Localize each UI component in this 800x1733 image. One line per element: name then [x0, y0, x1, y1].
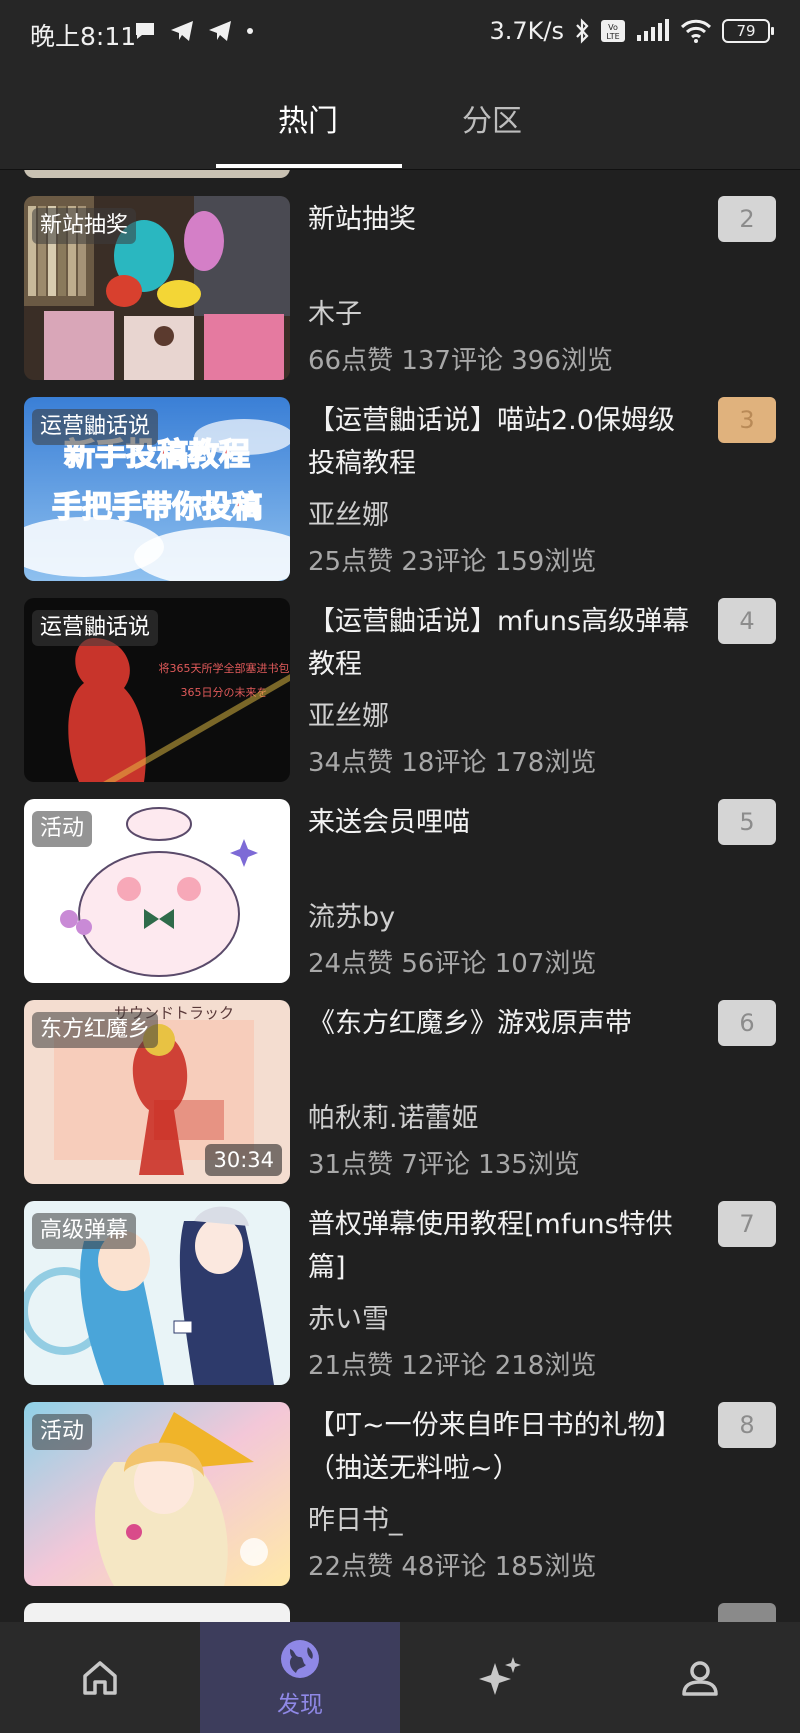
list-item[interactable]: 活动 【叮~一份来自昨日书的礼物】（抽送无料啦~） 昨日书_ 22点赞 48评论… — [24, 1402, 776, 1588]
rank-badge: 2 — [718, 196, 776, 242]
video-title[interactable]: 【叮~一份来自昨日书的礼物】（抽送无料啦~） — [308, 1404, 698, 1490]
video-author[interactable]: 木子 — [308, 292, 362, 331]
rank-badge: 4 — [718, 598, 776, 644]
list-item-partial-bottom[interactable] — [24, 1603, 776, 1622]
bluetooth-icon — [576, 18, 589, 44]
thumbnail-tag: 运营鼬话说 — [32, 610, 159, 646]
video-author[interactable]: 帕秋莉.诺蕾姬 — [308, 1096, 479, 1135]
video-author[interactable]: 流苏by — [308, 895, 395, 934]
thumbnail-tag: 高级弹幕 — [32, 1213, 137, 1249]
video-thumbnail[interactable]: 高级弹幕 — [24, 1201, 290, 1385]
list-item[interactable]: サウンドトラック 东方红魔乡 30:34 《东方红魔乡》游戏原声带 帕秋莉.诺蕾… — [24, 1000, 776, 1186]
status-time: 晚上8:11 — [30, 22, 137, 51]
nav-sparkle[interactable] — [400, 1622, 600, 1733]
status-bar: 晚上8:11 3.7K/s Vo LTE 79 — [0, 0, 800, 68]
telegram-icon-2 — [209, 21, 231, 41]
rank-badge: 6 — [718, 1000, 776, 1046]
network-speed: 3.7K/s — [489, 17, 565, 45]
battery-indicator: 79 — [722, 19, 774, 43]
list-item[interactable]: 新手投稿教程 手把手带你投稿 运营鼬话说 【运营鼬话说】喵站2.0保姆级投稿教程… — [24, 397, 776, 583]
tab-hot[interactable]: 热门 — [208, 68, 408, 168]
rank-badge: 3 — [718, 397, 776, 443]
video-title[interactable]: 《东方红魔乡》游戏原声带 — [308, 1002, 698, 1045]
video-thumbnail[interactable]: サウンドトラック 东方红魔乡 30:34 — [24, 1000, 290, 1184]
status-right: 3.7K/s Vo LTE 79 — [489, 17, 774, 45]
sparkle-icon — [479, 1656, 521, 1695]
nav-discover[interactable]: 发现 — [200, 1622, 400, 1733]
video-title[interactable]: 【运营鼬话说】mfuns高级弹幕教程 — [308, 600, 698, 686]
video-thumbnail — [24, 170, 290, 178]
video-feed[interactable]: 新站抽奖 新站抽奖 木子 66点赞 137评论 396浏览 2 新手投稿教程 手… — [0, 170, 800, 1622]
list-item[interactable]: 新站抽奖 新站抽奖 木子 66点赞 137评论 396浏览 2 — [24, 196, 776, 382]
video-thumbnail[interactable]: 新手投稿教程 手把手带你投稿 运营鼬话说 — [24, 397, 290, 581]
dot-icon — [247, 28, 253, 34]
video-thumbnail[interactable]: 将365天所学全部塞进书包 365日分の未来を 运营鼬话说 — [24, 598, 290, 782]
list-item[interactable]: 将365天所学全部塞进书包 365日分の未来を 运营鼬话说 【运营鼬话说】mfu… — [24, 598, 776, 784]
svg-text:手把手带你投稿: 手把手带你投稿 — [52, 490, 262, 525]
video-author[interactable]: 亚丝娜 — [308, 694, 389, 733]
thumbnail-tag: 运营鼬话说 — [32, 409, 159, 445]
video-stats: 34点赞 18评论 178浏览 — [308, 748, 597, 778]
rank-badge: 8 — [718, 1402, 776, 1448]
list-item[interactable]: 活动 来送会员哩喵 流苏by 24点赞 56评论 107浏览 5 — [24, 799, 776, 985]
thumbnail-tag: 东方红魔乡 — [32, 1012, 159, 1048]
rank-badge: 7 — [718, 1201, 776, 1247]
video-stats: 66点赞 137评论 396浏览 — [308, 346, 613, 376]
thumbnail-tag: 新站抽奖 — [32, 208, 137, 244]
video-stats: 25点赞 23评论 159浏览 — [308, 547, 597, 577]
svg-text:Vo: Vo — [608, 23, 618, 32]
thumbnail-tag: 活动 — [32, 811, 93, 847]
list-item[interactable]: 高级弹幕 普权弹幕使用教程[mfuns特供篇] 赤い雪 21点赞 12评论 21… — [24, 1201, 776, 1387]
video-title[interactable]: 新站抽奖 — [308, 198, 698, 241]
video-title[interactable]: 【运营鼬话说】喵站2.0保姆级投稿教程 — [308, 399, 698, 485]
nav-profile[interactable] — [600, 1622, 800, 1733]
video-stats: 24点赞 56评论 107浏览 — [308, 949, 597, 979]
thumbnail-tag: 活动 — [32, 1414, 93, 1450]
svg-text:LTE: LTE — [606, 32, 619, 41]
video-author[interactable]: 赤い雪 — [308, 1297, 389, 1336]
nav-discover-label: 发现 — [277, 1691, 323, 1718]
video-stats: 22点赞 48评论 185浏览 — [308, 1552, 597, 1582]
video-stats: 31点赞 7评论 135浏览 — [308, 1150, 580, 1180]
signal-icon — [637, 19, 669, 41]
home-icon — [83, 1660, 117, 1695]
video-title[interactable]: 来送会员哩喵 — [308, 801, 698, 844]
telegram-icon — [171, 21, 193, 41]
notification-icons — [134, 20, 254, 42]
rank-badge: 5 — [718, 799, 776, 845]
user-icon — [682, 1660, 718, 1696]
volte-icon: VoLTE — [601, 20, 625, 42]
globe-icon — [281, 1639, 319, 1678]
video-author[interactable]: 昨日书_ — [308, 1498, 403, 1537]
wifi-icon — [680, 19, 712, 43]
video-author[interactable]: 亚丝娜 — [308, 493, 389, 532]
video-thumbnail[interactable]: 活动 — [24, 1402, 290, 1586]
list-item-partial-top[interactable] — [24, 170, 776, 180]
active-tab-indicator — [216, 164, 402, 168]
tab-zone[interactable]: 分区 — [392, 68, 592, 168]
video-thumbnail[interactable]: 活动 — [24, 799, 290, 983]
svg-text:将365天所学全部塞进书包: 将365天所学全部塞进书包 — [159, 661, 290, 675]
nav-home[interactable] — [0, 1622, 200, 1733]
video-thumbnail[interactable]: 新站抽奖 — [24, 196, 290, 380]
rank-badge — [718, 1603, 776, 1622]
video-stats: 21点赞 12评论 218浏览 — [308, 1351, 597, 1381]
video-thumbnail[interactable] — [24, 1603, 290, 1622]
top-tab-bar: 热门 分区 — [0, 68, 800, 170]
message-icon — [136, 23, 154, 39]
video-title[interactable]: 普权弹幕使用教程[mfuns特供篇] — [308, 1203, 698, 1289]
bottom-navigation: 发现 — [0, 1622, 800, 1733]
video-duration: 30:34 — [205, 1144, 282, 1176]
